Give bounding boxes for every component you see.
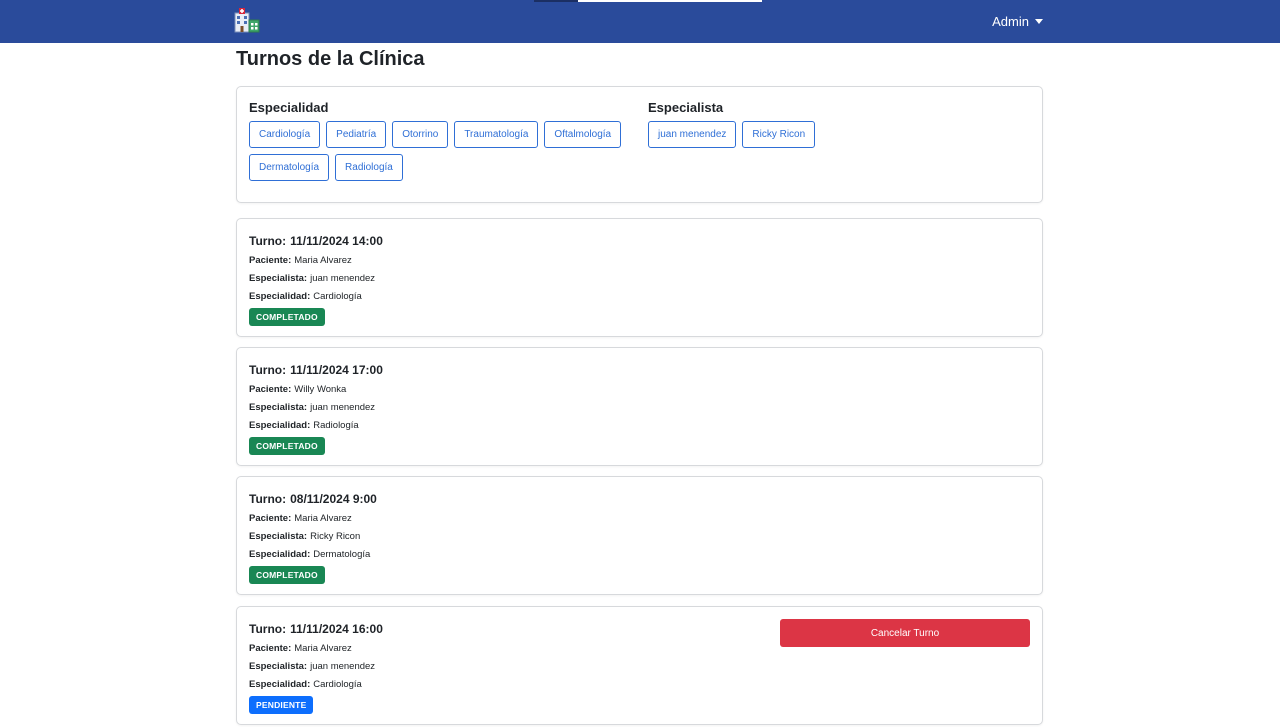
turn-card: Turno: 11/11/2024 14:00 Paciente: Maria A… — [236, 218, 1043, 337]
admin-dropdown[interactable]: Admin — [992, 14, 1043, 29]
specialty-label: Especialidad: — [249, 291, 311, 302]
specialty-filter: Especialidad Cardiología Pediatría Otorr… — [249, 100, 639, 181]
patient-label: Paciente: — [249, 643, 292, 654]
turn-prefix: Turno: — [249, 363, 287, 377]
filter-specialty-traumatologia[interactable]: Traumatología — [454, 121, 539, 148]
specialist-label: Especialista: — [249, 273, 308, 284]
specialty-chip-list: Cardiología Pediatría Otorrino Traumatol… — [249, 121, 639, 181]
specialist-name: juan menendez — [310, 402, 376, 413]
status-badge: PENDIENTE — [249, 696, 314, 714]
patient-label: Paciente: — [249, 513, 292, 524]
status-badge: COMPLETADO — [249, 566, 325, 584]
turn-prefix: Turno: — [249, 492, 287, 506]
turn-card: Turno: 08/11/2024 9:00 Paciente: Maria Al… — [236, 476, 1043, 595]
status-badge: COMPLETADO — [249, 437, 325, 455]
status-badge: COMPLETADO — [249, 308, 325, 326]
patient-name: Willy Wonka — [294, 384, 347, 395]
cancel-turn-button[interactable]: Cancelar Turno — [780, 619, 1030, 647]
turn-prefix: Turno: — [249, 234, 287, 248]
filter-specialty-cardiologia[interactable]: Cardiología — [249, 121, 321, 148]
turn-datetime: 11/11/2024 14:00 — [290, 234, 383, 248]
hospital-icon[interactable] — [233, 7, 261, 33]
specialist-label: Especialista: — [249, 661, 308, 672]
turn-datetime: 11/11/2024 17:00 — [290, 363, 383, 377]
specialty-name: Cardiología — [313, 679, 362, 690]
specialist-name: juan menendez — [310, 273, 376, 284]
specialty-label: Especialidad: — [249, 549, 311, 560]
specialist-filter: Especialista juan menendez Ricky Ricon — [648, 100, 1028, 148]
specialist-name: juan menendez — [310, 661, 376, 672]
specialty-name: Radiología — [313, 420, 359, 431]
turn-title: Turno: 11/11/2024 17:00 — [249, 363, 383, 377]
filter-specialist-ricky-ricon[interactable]: Ricky Ricon — [742, 121, 816, 148]
turn-card: Turno: 11/11/2024 16:00 Paciente: Maria A… — [236, 606, 1043, 725]
specialty-heading: Especialidad — [249, 100, 329, 115]
patient-name: Maria Alvarez — [294, 513, 352, 524]
patient-name: Maria Alvarez — [294, 255, 352, 266]
turn-title: Turno: 11/11/2024 16:00 — [249, 622, 383, 636]
specialist-label: Especialista: — [249, 531, 308, 542]
specialty-label: Especialidad: — [249, 420, 311, 431]
filter-card: Especialidad Cardiología Pediatría Otorr… — [236, 86, 1043, 203]
filter-specialist-juan-menendez[interactable]: juan menendez — [648, 121, 737, 148]
turn-datetime: 11/11/2024 16:00 — [290, 622, 383, 636]
caret-down-icon — [1035, 19, 1043, 24]
filter-specialty-pediatria[interactable]: Pediatría — [326, 121, 387, 148]
admin-label: Admin — [992, 14, 1029, 29]
navbar: Admin — [0, 0, 1280, 43]
patient-name: Maria Alvarez — [294, 643, 352, 654]
specialist-label: Especialista: — [249, 402, 308, 413]
specialty-name: Dermatología — [313, 549, 371, 560]
patient-label: Paciente: — [249, 255, 292, 266]
top-strip-dark — [534, 0, 578, 2]
specialist-heading: Especialista — [648, 100, 724, 115]
filter-specialty-dermatologia[interactable]: Dermatología — [249, 154, 330, 181]
filter-specialty-oftalmologia[interactable]: Oftalmología — [544, 121, 622, 148]
turn-datetime: 08/11/2024 9:00 — [290, 492, 377, 506]
patient-label: Paciente: — [249, 384, 292, 395]
top-strip — [578, 0, 762, 2]
turn-prefix: Turno: — [249, 622, 287, 636]
turn-title: Turno: 11/11/2024 14:00 — [249, 234, 383, 248]
turn-title: Turno: 08/11/2024 9:00 — [249, 492, 377, 506]
filter-specialty-otorrino[interactable]: Otorrino — [392, 121, 449, 148]
filter-specialty-radiologia[interactable]: Radiología — [335, 154, 403, 181]
specialist-chip-list: juan menendez Ricky Ricon — [648, 121, 1028, 148]
specialist-name: Ricky Ricon — [310, 531, 361, 542]
specialty-label: Especialidad: — [249, 679, 311, 690]
turn-card: Turno: 11/11/2024 17:00 Paciente: Willy W… — [236, 347, 1043, 466]
specialty-name: Cardiología — [313, 291, 362, 302]
page-title: Turnos de la Clínica — [236, 48, 425, 70]
